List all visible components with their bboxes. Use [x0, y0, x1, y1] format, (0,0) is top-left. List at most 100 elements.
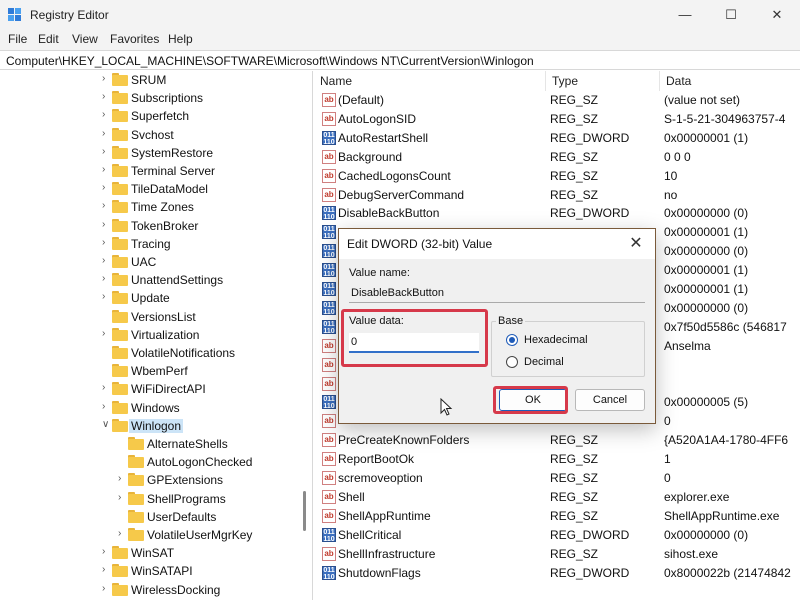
chevron-right-icon[interactable]: ›	[102, 164, 112, 175]
value-row[interactable]: ab Shell REG_SZ explorer.exe	[314, 488, 800, 507]
column-header-name[interactable]: Name	[314, 71, 546, 91]
value-row[interactable]: ab Background REG_SZ 0 0 0	[314, 148, 800, 167]
window-title: Registry Editor	[30, 8, 109, 22]
value-row[interactable]: ab PreCreateKnownFolders REG_SZ {A520A1A4-1…	[314, 431, 800, 450]
chevron-right-icon[interactable]: ›	[102, 255, 112, 266]
menu-help[interactable]: Help	[168, 32, 193, 46]
tree-item-virtualization[interactable]: › Virtualization	[0, 326, 300, 344]
menu-view[interactable]: View	[72, 32, 98, 46]
chevron-right-icon[interactable]: ›	[118, 473, 128, 484]
minimize-button[interactable]: —	[662, 0, 708, 30]
chevron-right-icon[interactable]: ›	[102, 128, 112, 139]
tree-item-label: ShellPrograms	[147, 491, 226, 506]
value-name: ShellInfrastructure	[338, 546, 436, 561]
chevron-right-icon[interactable]: ›	[102, 328, 112, 339]
tree-item-srum[interactable]: › SRUM	[0, 71, 300, 89]
value-row[interactable]: 011 110 DisableBackButton REG_DWORD 0x00000…	[314, 204, 800, 223]
tree-item-update[interactable]: › Update	[0, 289, 300, 307]
tree-item-superfetch[interactable]: › Superfetch	[0, 107, 300, 125]
menu-file[interactable]: File	[8, 32, 27, 46]
chevron-right-icon[interactable]: ›	[102, 291, 112, 302]
tree-item-wbemperf[interactable]: WbemPerf	[0, 362, 300, 380]
title-bar[interactable]: Registry Editor — ☐ ✕	[0, 0, 800, 30]
chevron-right-icon[interactable]: ›	[102, 146, 112, 157]
binary-value-icon: 011 110	[322, 206, 336, 222]
maximize-button[interactable]: ☐	[708, 0, 754, 30]
chevron-right-icon[interactable]: ›	[102, 200, 112, 211]
value-row[interactable]: ab ReportBootOk REG_SZ 1	[314, 450, 800, 469]
chevron-right-icon[interactable]: ›	[102, 546, 112, 557]
tree-item-volatileusermgrkey[interactable]: › VolatileUserMgrKey	[0, 526, 300, 544]
tree-item-winsatapi[interactable]: › WinSATAPI	[0, 562, 300, 580]
hexadecimal-radio-label[interactable]: Hexadecimal	[524, 334, 588, 346]
tree-item-wirelessdocking[interactable]: › WirelessDocking	[0, 581, 300, 599]
chevron-right-icon[interactable]: ›	[102, 219, 112, 230]
tree-item-winsat[interactable]: › WinSAT	[0, 544, 300, 562]
tree-scrollbar-thumb[interactable]	[303, 491, 306, 531]
address-bar[interactable]: Computer\HKEY_LOCAL_MACHINE\SOFTWARE\Mic…	[0, 50, 800, 70]
column-header-type[interactable]: Type	[546, 71, 660, 91]
tree-item-svchost[interactable]: › Svchost	[0, 126, 300, 144]
value-row[interactable]: ab scremoveoption REG_SZ 0	[314, 469, 800, 488]
menu-edit[interactable]: Edit	[38, 32, 59, 46]
chevron-right-icon[interactable]: ›	[102, 109, 112, 120]
cancel-button[interactable]: Cancel	[575, 389, 645, 411]
chevron-right-icon[interactable]: ›	[102, 91, 112, 102]
decimal-radio[interactable]	[506, 356, 518, 368]
column-header-data[interactable]: Data	[660, 71, 800, 91]
tree-item-tracing[interactable]: › Tracing	[0, 235, 300, 253]
tree-item-alternateshells[interactable]: AlternateShells	[0, 435, 300, 453]
dialog-close-icon[interactable]: ✕	[625, 233, 647, 255]
decimal-radio-label[interactable]: Decimal	[524, 356, 564, 368]
tree-item-volatilenotifications[interactable]: VolatileNotifications	[0, 344, 300, 362]
chevron-right-icon[interactable]: ›	[102, 73, 112, 84]
close-button[interactable]: ✕	[754, 0, 800, 30]
chevron-right-icon[interactable]: ›	[102, 182, 112, 193]
value-row[interactable]: 011 110 AutoRestartShell REG_DWORD 0x000000…	[314, 129, 800, 148]
value-row[interactable]: ab ShellInfrastructure REG_SZ sihost.exe	[314, 545, 800, 564]
chevron-right-icon[interactable]: ›	[118, 528, 128, 539]
hexadecimal-radio[interactable]	[506, 334, 518, 346]
value-row[interactable]: ab ShellAppRuntime REG_SZ ShellAppRuntime.e…	[314, 507, 800, 526]
chevron-right-icon[interactable]: ›	[102, 273, 112, 284]
value-row[interactable]: ab DebugServerCommand REG_SZ no	[314, 186, 800, 205]
value-data-input[interactable]	[349, 333, 479, 353]
tree-item-windows[interactable]: › Windows	[0, 399, 300, 417]
chevron-right-icon[interactable]: ›	[102, 237, 112, 248]
tree-item-wifidirectapi[interactable]: › WiFiDirectAPI	[0, 380, 300, 398]
chevron-right-icon[interactable]: ›	[118, 492, 128, 503]
tree-item-versionslist[interactable]: VersionsList	[0, 308, 300, 326]
tree-item-subscriptions[interactable]: › Subscriptions	[0, 89, 300, 107]
value-row[interactable]: ab (Default) REG_SZ (value not set)	[314, 91, 800, 110]
value-row[interactable]: 011 110 ShutdownFlags REG_DWORD 0x8000022b …	[314, 564, 800, 583]
dialog-title-bar[interactable]: Edit DWORD (32-bit) Value ✕	[339, 229, 655, 259]
tree-item-autologonchecked[interactable]: AutoLogonChecked	[0, 453, 300, 471]
chevron-right-icon[interactable]: ›	[102, 564, 112, 575]
tree-item-systemrestore[interactable]: › SystemRestore	[0, 144, 300, 162]
tree-item-shellprograms[interactable]: › ShellPrograms	[0, 490, 300, 508]
tree-item-uac[interactable]: › UAC	[0, 253, 300, 271]
chevron-down-icon[interactable]: ∨	[102, 419, 112, 430]
tree-item-tiledatamodel[interactable]: › TileDataModel	[0, 180, 300, 198]
tree-item-terminal-server[interactable]: › Terminal Server	[0, 162, 300, 180]
chevron-right-icon[interactable]: ›	[102, 401, 112, 412]
tree-item-gpextensions[interactable]: › GPExtensions	[0, 471, 300, 489]
tree-item-tokenbroker[interactable]: › TokenBroker	[0, 217, 300, 235]
folder-icon	[112, 400, 128, 414]
chevron-right-icon[interactable]: ›	[102, 382, 112, 393]
chevron-right-icon[interactable]: ›	[102, 583, 112, 594]
tree-item-label: WinSAT	[131, 546, 175, 561]
value-type: REG_SZ	[550, 168, 599, 183]
tree-item-userdefaults[interactable]: UserDefaults	[0, 508, 300, 526]
value-row[interactable]: ab CachedLogonsCount REG_SZ 10	[314, 167, 800, 186]
tree-item-winlogon[interactable]: ∨ Winlogon	[0, 417, 300, 435]
value-row[interactable]: 011 110 ShellCritical REG_DWORD 0x00000000 …	[314, 526, 800, 545]
ok-button[interactable]: OK	[499, 389, 567, 411]
tree-item-unattendsettings[interactable]: › UnattendSettings	[0, 271, 300, 289]
tree-item-time-zones[interactable]: › Time Zones	[0, 198, 300, 216]
folder-icon	[112, 582, 128, 596]
folder-icon	[112, 309, 128, 323]
tree-item-label: AlternateShells	[147, 437, 228, 451]
menu-favorites[interactable]: Favorites	[110, 32, 159, 46]
value-row[interactable]: ab AutoLogonSID REG_SZ S-1-5-21-304963757-4	[314, 110, 800, 129]
